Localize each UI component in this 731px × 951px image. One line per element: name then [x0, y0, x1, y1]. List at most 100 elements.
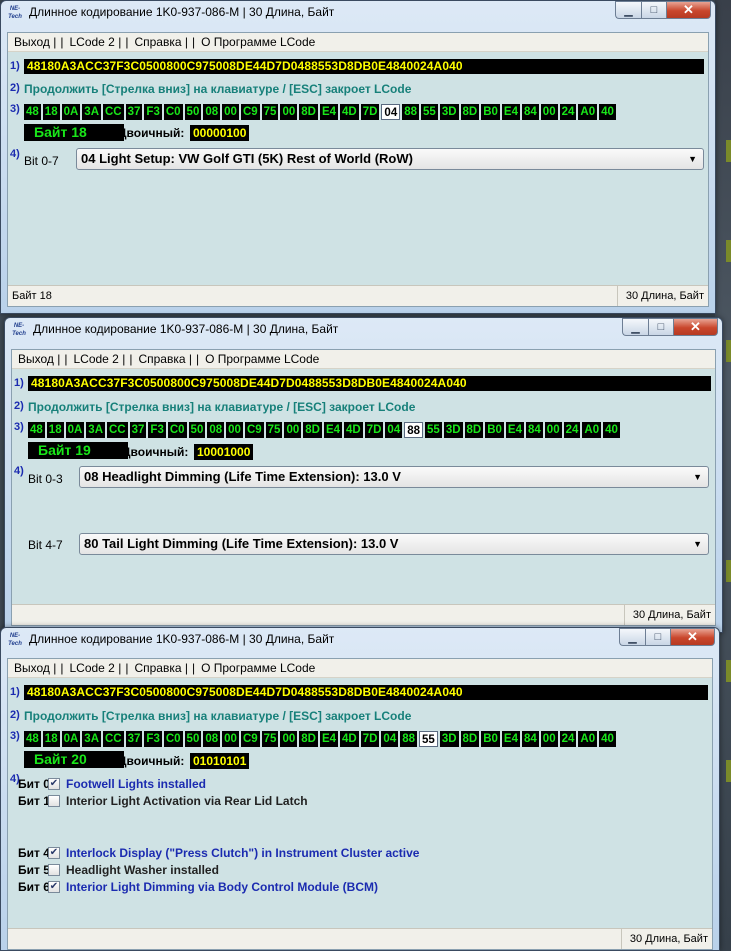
byte-cell[interactable]: 0A — [61, 731, 81, 747]
menu-help[interactable]: Справка | — [134, 661, 201, 675]
menu-exit[interactable]: Выход | — [18, 352, 73, 366]
byte-cell[interactable]: B0 — [481, 104, 500, 120]
byte-cell[interactable]: 18 — [42, 104, 60, 120]
close-button[interactable]: ✕ — [667, 1, 711, 19]
byte-cell[interactable]: 08 — [203, 731, 221, 747]
byte-cell[interactable]: E4 — [319, 104, 339, 120]
title-bar[interactable]: NE-Tech Длинное кодирование 1K0-937-086-… — [7, 628, 715, 652]
close-button[interactable]: ✕ — [671, 628, 715, 646]
byte-cell[interactable]: 50 — [184, 731, 202, 747]
byte-cell[interactable]: 8D — [460, 731, 480, 747]
byte-cell[interactable]: 84 — [522, 731, 539, 747]
byte-cell[interactable]: 3D — [439, 731, 459, 747]
byte-cell[interactable]: 7D — [360, 104, 380, 120]
title-bar[interactable]: NE-Tech Длинное кодирование 1K0-937-086-… — [7, 1, 711, 25]
bit-checkbox-row[interactable]: Бит 0 ✔ Footwell Lights installed — [18, 777, 206, 791]
maximize-button[interactable]: □ — [641, 1, 667, 19]
checked-checkbox[interactable]: ✔ — [48, 847, 60, 859]
byte-cell[interactable]: 7D — [360, 731, 380, 747]
menu-lcode2[interactable]: LCode 2 | — [73, 352, 138, 366]
byte-cell[interactable]: 3D — [439, 104, 459, 120]
byte-cell[interactable]: 88 — [404, 422, 424, 438]
close-button[interactable]: ✕ — [674, 318, 718, 336]
byte-cell[interactable]: 00 — [222, 731, 239, 747]
byte-cell[interactable]: A0 — [582, 422, 602, 438]
byte-cell[interactable]: 48 — [24, 731, 41, 747]
byte-cell[interactable]: CC — [107, 422, 128, 438]
byte-cell[interactable]: CC — [103, 104, 124, 120]
byte-cell[interactable]: F3 — [148, 422, 166, 438]
byte-cell[interactable]: 50 — [188, 422, 206, 438]
menu-exit[interactable]: Выход | — [14, 661, 69, 675]
byte-cell[interactable]: 88 — [402, 104, 420, 120]
checked-checkbox[interactable]: ✔ — [48, 881, 60, 893]
byte-cell[interactable]: 4D — [340, 104, 359, 120]
byte-cell[interactable]: 48 — [24, 104, 41, 120]
byte-cell[interactable]: C0 — [163, 104, 183, 120]
minimize-button[interactable]: ▁ — [622, 318, 648, 336]
title-bar[interactable]: NE-Tech Длинное кодирование 1K0-937-086-… — [11, 318, 718, 342]
byte-cell[interactable]: E4 — [501, 104, 520, 120]
headlight-dimming-dropdown[interactable]: 08 Headlight Dimming (Life Time Extensio… — [79, 466, 709, 488]
byte-cell[interactable]: 18 — [42, 731, 60, 747]
byte-cell[interactable]: 08 — [207, 422, 225, 438]
byte-cell[interactable]: 55 — [421, 104, 438, 120]
byte-cell[interactable]: E4 — [505, 422, 524, 438]
byte-cell[interactable]: F3 — [144, 104, 162, 120]
byte-cell[interactable]: 40 — [599, 104, 616, 120]
byte-cell[interactable]: E4 — [501, 731, 520, 747]
byte-cell[interactable]: 37 — [129, 422, 147, 438]
byte-cell[interactable]: 8D — [299, 731, 318, 747]
byte-cell[interactable]: 55 — [419, 731, 438, 747]
byte-cell[interactable]: 3A — [82, 104, 101, 120]
minimize-button[interactable]: ▁ — [615, 1, 641, 19]
byte-cell[interactable]: 7D — [364, 422, 384, 438]
menu-lcode2[interactable]: LCode 2 | — [69, 35, 134, 49]
byte-cell[interactable]: 00 — [284, 422, 302, 438]
menu-help[interactable]: Справка | — [134, 35, 201, 49]
byte-cell[interactable]: C9 — [240, 731, 260, 747]
byte-cell[interactable]: 24 — [559, 731, 577, 747]
maximize-button[interactable]: □ — [648, 318, 674, 336]
byte-cell[interactable]: 55 — [425, 422, 442, 438]
unchecked-checkbox[interactable] — [48, 864, 60, 876]
byte-cell[interactable]: 4D — [344, 422, 363, 438]
byte-cell[interactable]: 0A — [65, 422, 85, 438]
byte-cell[interactable]: 08 — [203, 104, 221, 120]
byte-cell[interactable]: 8D — [299, 104, 318, 120]
minimize-button[interactable]: ▁ — [619, 628, 645, 646]
byte-cell[interactable]: 04 — [381, 731, 399, 747]
byte-cell[interactable]: 8D — [303, 422, 322, 438]
byte-cell[interactable]: B0 — [485, 422, 504, 438]
byte-cell[interactable]: 8D — [464, 422, 484, 438]
byte-cell[interactable]: 37 — [125, 731, 143, 747]
coding-string[interactable]: 48180A3ACC37F3C0500800C975008DE44D7D0488… — [24, 59, 704, 74]
byte-cell[interactable]: F3 — [144, 731, 162, 747]
byte-cell[interactable]: 3A — [86, 422, 105, 438]
byte-cell[interactable]: 00 — [280, 104, 298, 120]
byte-cell[interactable]: 4D — [340, 731, 359, 747]
unchecked-checkbox[interactable] — [48, 795, 60, 807]
byte-cell[interactable]: 84 — [522, 104, 539, 120]
tail-light-dimming-dropdown[interactable]: 80 Tail Light Dimming (Life Time Extensi… — [79, 533, 709, 555]
byte-cell[interactable]: 04 — [385, 422, 403, 438]
byte-cell[interactable]: 40 — [599, 731, 616, 747]
byte-cell[interactable]: 00 — [226, 422, 243, 438]
byte-cell[interactable]: 04 — [381, 104, 401, 120]
byte-cell[interactable]: 00 — [544, 422, 562, 438]
byte-cell[interactable]: B0 — [481, 731, 500, 747]
byte-cell[interactable]: 0A — [61, 104, 81, 120]
byte-cell[interactable]: 88 — [400, 731, 418, 747]
menu-about[interactable]: О Программе LCode — [205, 352, 325, 366]
byte-cell[interactable]: 3A — [82, 731, 101, 747]
byte-cell[interactable]: 84 — [526, 422, 543, 438]
byte-cell[interactable]: C0 — [163, 731, 183, 747]
bit-checkbox-row[interactable]: Бит 1 Interior Light Activation via Rear … — [18, 794, 308, 808]
bit-checkbox-row[interactable]: Бит 5 Headlight Washer installed — [18, 863, 219, 877]
byte-cell[interactable]: 24 — [563, 422, 581, 438]
byte-cell[interactable]: C9 — [244, 422, 264, 438]
byte-cell[interactable]: E4 — [319, 731, 339, 747]
byte-cell[interactable]: A0 — [578, 731, 598, 747]
light-setup-dropdown[interactable]: 04 Light Setup: VW Golf GTI (5K) Rest of… — [76, 148, 704, 170]
maximize-button[interactable]: □ — [645, 628, 671, 646]
